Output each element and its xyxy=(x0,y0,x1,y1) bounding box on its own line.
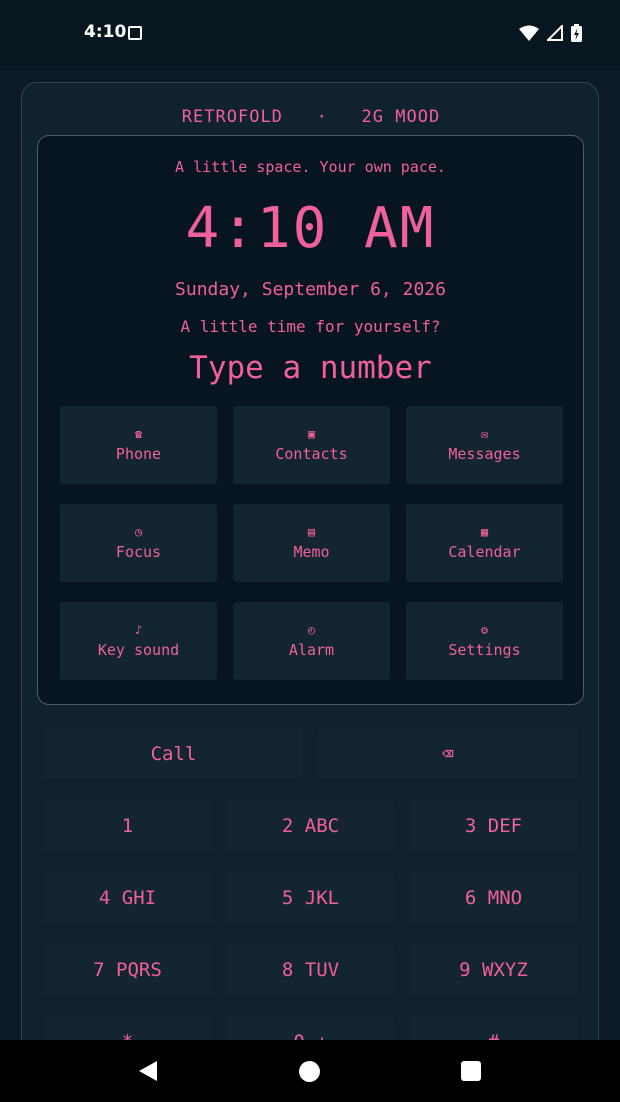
key-7[interactable]: 7 PQRS xyxy=(44,944,211,996)
app-alarm[interactable]: ◴ Alarm xyxy=(233,602,390,680)
app-label: Memo xyxy=(293,543,330,561)
phone-icon: ☎ xyxy=(134,427,143,441)
number-display: Type a number xyxy=(189,350,432,386)
memo-icon: ▤ xyxy=(307,525,316,539)
brand-header: RETROFOLD · 2G MOOD xyxy=(181,107,441,127)
app-label: Key sound xyxy=(97,641,180,659)
status-icons xyxy=(519,24,582,42)
app-calendar[interactable]: ▦ Calendar xyxy=(406,504,563,582)
app-key-sound[interactable]: ♪ Key sound xyxy=(60,602,217,680)
date: Sunday, September 6, 2026 xyxy=(175,279,446,300)
app-settings[interactable]: ⚙ Settings xyxy=(406,602,563,680)
phone-screen: A little space. Your own pace. 4:10 AM S… xyxy=(37,135,584,705)
key-2[interactable]: 2 ABC xyxy=(227,800,394,852)
app-label: Messages xyxy=(448,445,521,463)
app-label: Settings xyxy=(448,641,521,659)
backspace-icon: ⌫ xyxy=(441,742,454,765)
keypad: 1 2 ABC 3 DEF 4 GHI 5 JKL 6 MNO 7 PQRS 8… xyxy=(44,800,577,1068)
screenshot-notification-icon xyxy=(128,26,142,40)
calendar-icon: ▦ xyxy=(480,525,489,539)
app-label: Focus xyxy=(115,543,162,561)
music-note-icon: ♪ xyxy=(134,623,143,637)
contacts-icon: ▣ xyxy=(307,427,316,441)
app-label: Contacts xyxy=(275,445,348,463)
app-grid: ☎ Phone ▣ Contacts ✉ Messages ◷ Focus ▤ … xyxy=(60,406,563,680)
action-row: Call ⌫ xyxy=(44,728,577,779)
battery-charging-icon xyxy=(571,24,582,42)
clock: 4:10 AM xyxy=(185,196,436,261)
key-3[interactable]: 3 DEF xyxy=(410,800,577,852)
phone-device: RETROFOLD · 2G MOOD A little space. Your… xyxy=(21,82,599,1082)
key-1[interactable]: 1 xyxy=(44,800,211,852)
back-icon[interactable] xyxy=(137,1060,159,1082)
envelope-icon: ✉ xyxy=(480,427,489,441)
app-phone[interactable]: ☎ Phone xyxy=(60,406,217,484)
status-time: 4:10 xyxy=(84,22,127,42)
tagline: A little space. Your own pace. xyxy=(175,158,446,176)
recents-icon[interactable] xyxy=(461,1061,481,1081)
key-5[interactable]: 5 JKL xyxy=(227,872,394,924)
key-8[interactable]: 8 TUV xyxy=(227,944,394,996)
navigation-bar xyxy=(0,1040,620,1102)
key-4[interactable]: 4 GHI xyxy=(44,872,211,924)
alarm-clock-icon: ◴ xyxy=(307,623,316,637)
app-label: Phone xyxy=(115,445,162,463)
timer-icon: ◷ xyxy=(134,525,143,539)
app-memo[interactable]: ▤ Memo xyxy=(233,504,390,582)
key-9[interactable]: 9 WXYZ xyxy=(410,944,577,996)
home-icon[interactable] xyxy=(299,1061,320,1082)
prompt-text: A little time for yourself? xyxy=(180,317,441,336)
backspace-button[interactable]: ⌫ xyxy=(318,728,577,779)
status-bar: 4:10 xyxy=(0,0,620,66)
call-button[interactable]: Call xyxy=(44,728,303,779)
app-label: Calendar xyxy=(448,543,521,561)
gear-icon: ⚙ xyxy=(480,623,489,637)
app-focus[interactable]: ◷ Focus xyxy=(60,504,217,582)
app-contacts[interactable]: ▣ Contacts xyxy=(233,406,390,484)
cellular-signal-icon xyxy=(547,25,563,41)
key-6[interactable]: 6 MNO xyxy=(410,872,577,924)
app-messages[interactable]: ✉ Messages xyxy=(406,406,563,484)
wifi-icon xyxy=(519,25,539,41)
app-label: Alarm xyxy=(288,641,335,659)
